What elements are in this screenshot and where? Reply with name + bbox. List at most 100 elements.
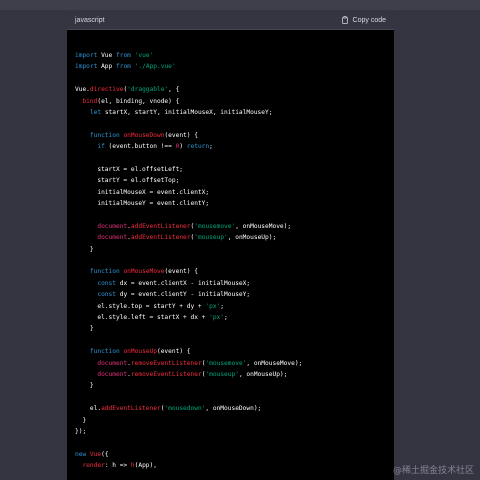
code-language-label: javascript bbox=[75, 17, 105, 24]
code-token: document bbox=[97, 222, 128, 230]
code-token: const bbox=[97, 291, 116, 299]
code-token: (event) { bbox=[164, 131, 198, 139]
code-token: ; bbox=[220, 302, 225, 310]
code-token: } bbox=[75, 325, 94, 333]
code-token: ; bbox=[209, 143, 213, 151]
code-token: el. bbox=[75, 405, 102, 413]
code-token: el.style.left = startX + dx + bbox=[75, 313, 210, 321]
code-token: : h => bbox=[104, 462, 131, 470]
code-token: startX = el.offsetLeft; bbox=[75, 165, 184, 173]
code-block-header: javascript Copy code bbox=[67, 12, 394, 30]
watermark-text: @稀土掘金技术社区 bbox=[392, 466, 474, 476]
code-line: bind(el, binding, vnode) { bbox=[75, 96, 386, 107]
code-line: startY = el.offsetTop; bbox=[75, 175, 386, 186]
code-token: 'mousemove' bbox=[205, 359, 247, 367]
code-token: function bbox=[89, 131, 120, 139]
code-token: addEventListener bbox=[130, 222, 191, 230]
code-line: } bbox=[75, 415, 386, 426]
code-token: directive bbox=[89, 86, 124, 94]
code-token: function bbox=[89, 348, 120, 356]
code-token: , onMouseUp); bbox=[227, 234, 277, 242]
code-token: } bbox=[75, 245, 94, 253]
code-line: document.addEventListener('mouseup', onM… bbox=[75, 232, 386, 243]
code-token: (event.button !== bbox=[104, 143, 176, 151]
code-token: App bbox=[97, 63, 116, 71]
code-token: startX, startY, initialMouseX, initialMo… bbox=[101, 108, 273, 116]
code-line: } bbox=[75, 244, 386, 255]
code-token: } bbox=[75, 416, 87, 424]
code-line: new Vue({ bbox=[75, 449, 386, 460]
code-token: onMouseMove bbox=[123, 268, 165, 276]
code-token: onMouseUp bbox=[123, 348, 157, 356]
code-token: new bbox=[75, 450, 87, 458]
code-line: }); bbox=[75, 426, 386, 437]
code-line: initialMouseX = event.clientX; bbox=[75, 187, 386, 198]
clipboard-icon bbox=[341, 15, 349, 26]
code-line: Vue.directive('draggable', { bbox=[75, 84, 386, 95]
copy-code-label: Copy code bbox=[352, 17, 386, 24]
code-token: ({ bbox=[101, 450, 109, 458]
code-token: return bbox=[186, 143, 210, 151]
code-token: dx = event.clientX - initialMouseX; bbox=[116, 279, 251, 287]
code-token: Vue. bbox=[75, 86, 90, 94]
code-token: } bbox=[75, 382, 94, 390]
code-token: if bbox=[97, 143, 105, 151]
code-line: const dy = event.clientY - initialMouseY… bbox=[75, 289, 386, 300]
code-line: render: h => h(App), bbox=[75, 460, 386, 471]
code-token: initialMouseY = event.clientY; bbox=[75, 200, 210, 208]
code-line: document.removeEventListener('mouseup', … bbox=[75, 369, 386, 380]
code-token: from bbox=[116, 63, 131, 71]
code-token: (App), bbox=[134, 462, 157, 470]
code-line: function onMouseMove(event) { bbox=[75, 266, 386, 277]
code-token: , onMouseMove); bbox=[246, 359, 303, 367]
code-token: startY = el.offsetTop; bbox=[75, 177, 180, 185]
code-token: 'vue' bbox=[134, 52, 154, 59]
code-line: document.removeEventListener('mousemove'… bbox=[75, 358, 386, 369]
code-block: javascript Copy code import Vue from 'vu… bbox=[67, 12, 394, 480]
code-line: } bbox=[75, 380, 386, 391]
code-line: const dx = event.clientX - initialMouseX… bbox=[75, 278, 386, 289]
code-token: 'mousedown' bbox=[164, 405, 206, 413]
code-token: 'mouseup' bbox=[194, 234, 228, 242]
code-token: document bbox=[97, 370, 128, 378]
code-token: addEventListener bbox=[130, 234, 191, 242]
code-token: (el, binding, vnode) { bbox=[97, 97, 180, 105]
code-token: let bbox=[89, 108, 102, 116]
code-line: el.style.top = startY + dy + 'px'; bbox=[75, 301, 386, 312]
code-token: import bbox=[75, 63, 98, 71]
code-token: , onMouseUp); bbox=[238, 370, 288, 378]
code-token: import bbox=[75, 52, 98, 59]
code-line: startX = el.offsetLeft; bbox=[75, 164, 386, 175]
code-token: bind bbox=[82, 97, 98, 105]
code-token: 'px' bbox=[205, 302, 221, 310]
code-line: import App from './App.vue' bbox=[75, 61, 386, 72]
code-line: function onMouseDown(event) { bbox=[75, 130, 386, 141]
code-content: import Vue from 'vue' import App from './… bbox=[67, 30, 394, 471]
code-token: from bbox=[116, 52, 131, 59]
code-token: removeEventListener bbox=[130, 370, 202, 378]
code-token: document bbox=[97, 234, 128, 242]
code-token: render bbox=[82, 462, 105, 470]
code-line: el.addEventListener('mousedown', onMouse… bbox=[75, 403, 386, 414]
code-line: import Vue from 'vue' bbox=[75, 50, 386, 61]
code-token: 'mousemove' bbox=[194, 222, 236, 230]
copy-code-button[interactable]: Copy code bbox=[341, 15, 386, 26]
code-token: (event) { bbox=[156, 348, 191, 356]
code-token: dy = event.clientY - initialMouseY; bbox=[116, 291, 251, 299]
code-token: addEventListener bbox=[101, 405, 161, 413]
